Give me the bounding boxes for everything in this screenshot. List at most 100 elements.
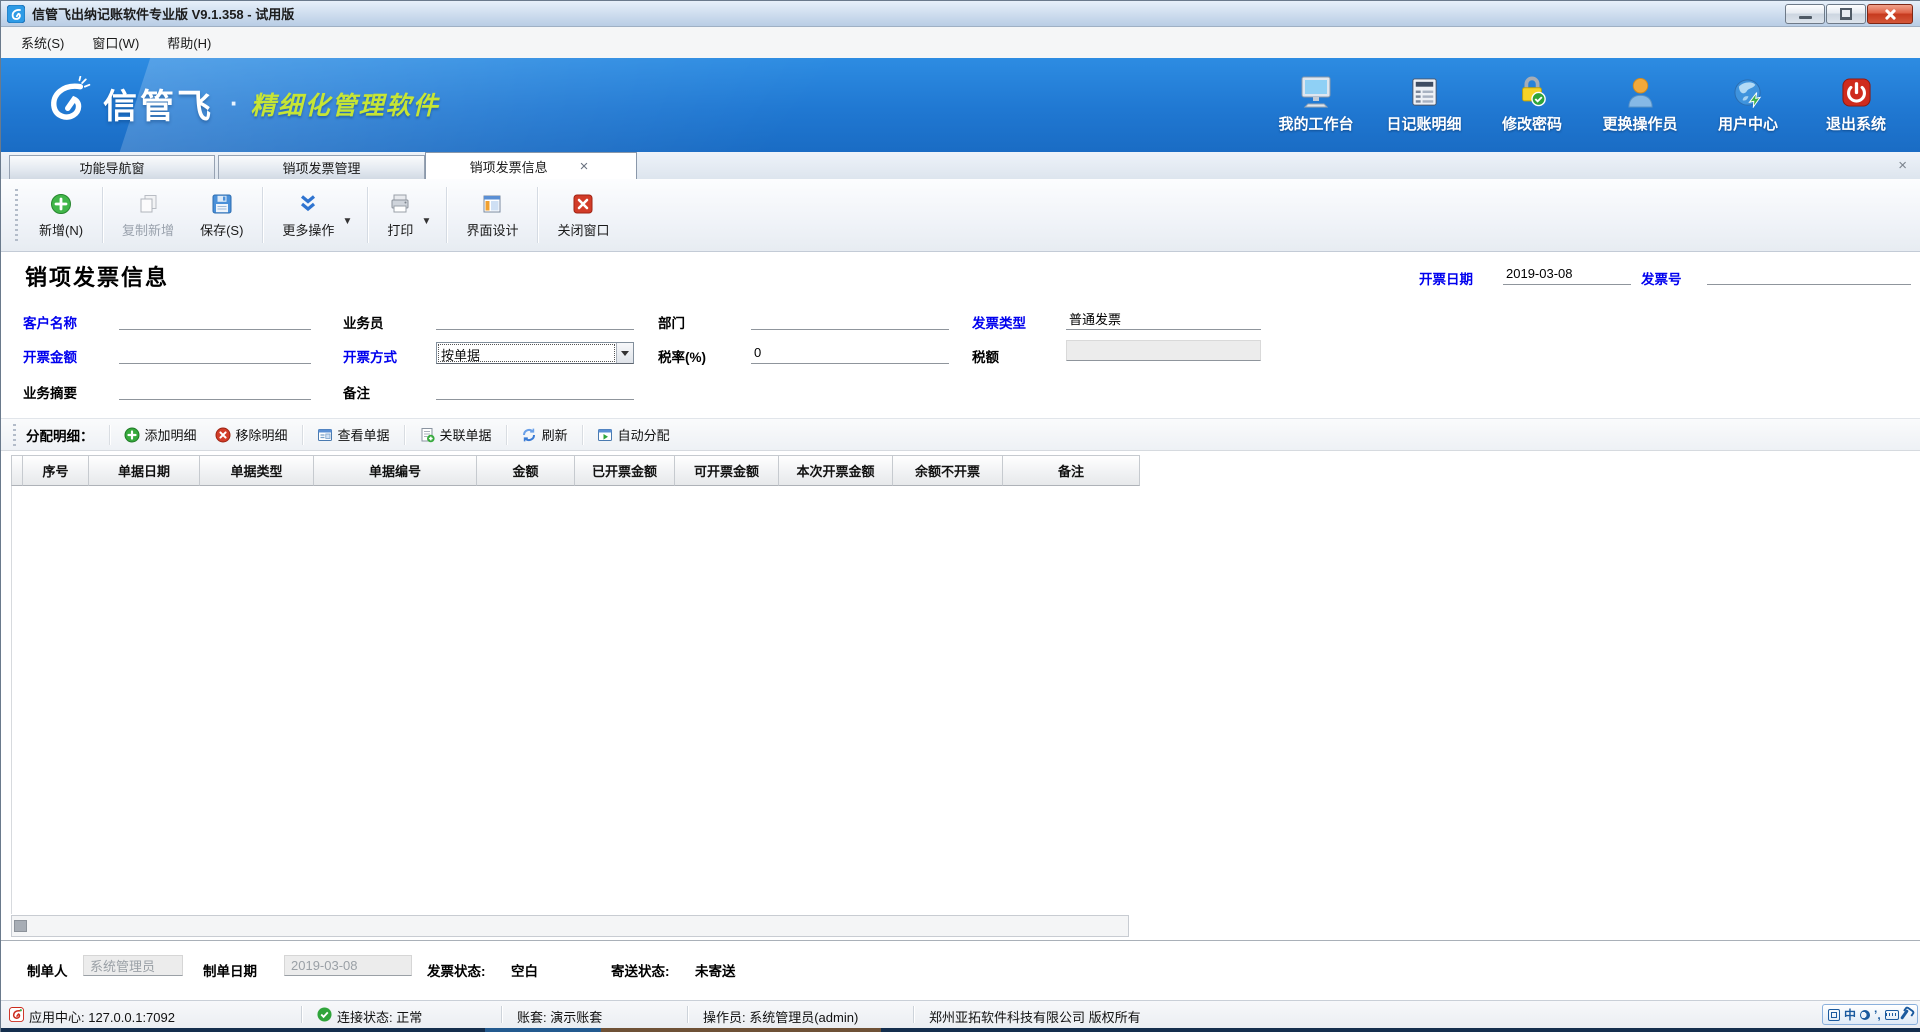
- divider: [913, 1006, 914, 1023]
- ime-halfwidth-icon[interactable]: [1860, 1010, 1870, 1020]
- banner-action-change-password[interactable]: 修改密码: [1493, 74, 1571, 134]
- ime-lang-icon[interactable]: 中: [1844, 1009, 1856, 1021]
- invoice-type-input[interactable]: [1066, 308, 1261, 330]
- col-invoiced-amount[interactable]: 已开票金额: [575, 455, 675, 486]
- menu-system[interactable]: 系统(S): [9, 29, 76, 56]
- copyright-text: 郑州亚拓软件科技有限公司 版权所有: [929, 1007, 1141, 1026]
- col-doc-no[interactable]: 单据编号: [314, 455, 477, 486]
- dropdown-arrow-icon: ▼: [343, 216, 353, 227]
- divider: [301, 1006, 302, 1023]
- col-doc-type[interactable]: 单据类型: [200, 455, 314, 486]
- button-label: 新增(N): [39, 220, 83, 239]
- link-document-button[interactable]: 关联单据: [410, 421, 501, 448]
- taskbar-segment: [601, 1028, 881, 1032]
- invoice-date-input[interactable]: [1503, 263, 1631, 285]
- col-invoicable-amount[interactable]: 可开票金额: [675, 455, 779, 486]
- tab-function-nav[interactable]: 功能导航窗: [9, 155, 215, 179]
- toolbar-grip: [13, 424, 16, 446]
- banner-action-exit[interactable]: 退出系统: [1817, 74, 1895, 134]
- col-doc-date[interactable]: 单据日期: [89, 455, 200, 486]
- window-controls: [1785, 4, 1913, 24]
- refresh-button[interactable]: 刷新: [512, 421, 577, 448]
- new-button[interactable]: 新增(N): [26, 185, 96, 245]
- form-panel: 销项发票信息 开票日期 发票号 客户名称 业务员 部门 发票类型 开票金额 开票…: [1, 252, 1920, 1000]
- lock-icon: [1517, 74, 1547, 108]
- scrollbar-thumb[interactable]: [14, 920, 27, 932]
- more-actions-button[interactable]: 更多操作 ▼: [269, 185, 361, 245]
- document-list-icon: [317, 427, 333, 443]
- chevron-down-icon[interactable]: [616, 343, 633, 363]
- copy-new-button[interactable]: 复制新增: [109, 185, 187, 245]
- col-remark[interactable]: 备注: [1003, 455, 1140, 486]
- tax-rate-input[interactable]: [751, 342, 949, 364]
- banner-action-workbench[interactable]: 我的工作台: [1277, 74, 1355, 134]
- billing-mode-select[interactable]: 按单据: [436, 342, 634, 364]
- restore-button[interactable]: [1826, 4, 1866, 24]
- summary-input[interactable]: [119, 378, 311, 400]
- department-input[interactable]: [751, 308, 949, 330]
- app-logo-icon: [7, 5, 25, 23]
- brand-name: 信管飞: [103, 79, 214, 128]
- salesman-input[interactable]: [436, 308, 634, 330]
- title-bar: 信管飞出纳记账软件专业版 V9.1.358 - 试用版: [1, 1, 1920, 27]
- banner-action-label: 更换操作员: [1602, 113, 1677, 134]
- minimize-button[interactable]: [1785, 4, 1825, 24]
- button-label: 复制新增: [122, 220, 174, 239]
- account-set-status: 账套: 演示账套: [517, 1007, 602, 1026]
- remark-input[interactable]: [436, 378, 634, 400]
- button-label: 界面设计: [466, 220, 518, 239]
- add-detail-button[interactable]: 添加明细: [115, 421, 206, 448]
- ime-punctuation-icon[interactable]: ’,: [1874, 1009, 1881, 1021]
- col-seq[interactable]: 序号: [23, 455, 89, 486]
- ime-tools-icon[interactable]: [1900, 1009, 1909, 1020]
- tab-close-icon[interactable]: ×: [580, 159, 589, 174]
- save-button[interactable]: 保存(S): [187, 185, 256, 245]
- amount-input[interactable]: [119, 342, 311, 364]
- taskbar-segment: [485, 1028, 601, 1032]
- detail-title: 分配明细：: [26, 425, 94, 445]
- banner-action-journal[interactable]: 日记账明细: [1385, 74, 1463, 134]
- button-label: 关联单据: [440, 425, 492, 444]
- print-button[interactable]: 打印 ▼: [374, 185, 440, 245]
- view-document-button[interactable]: 查看单据: [308, 421, 399, 448]
- col-amount[interactable]: 金额: [477, 455, 575, 486]
- main-toolbar: 新增(N) 复制新增 保存(S) 更多操作 ▼: [1, 179, 1920, 252]
- window-design-icon: [481, 193, 503, 215]
- banner-action-label: 我的工作台: [1278, 113, 1353, 134]
- auto-assign-button[interactable]: 自动分配: [588, 421, 679, 448]
- summary-label: 业务摘要: [23, 382, 77, 402]
- tax-rate-label: 税率(%): [658, 346, 706, 366]
- close-button[interactable]: [1867, 4, 1913, 24]
- table-body: [11, 486, 1129, 914]
- ime-mode-icon[interactable]: [1828, 1009, 1840, 1021]
- col-balance-not-invoiced[interactable]: 余额不开票: [893, 455, 1003, 486]
- banner-action-label: 修改密码: [1502, 113, 1562, 134]
- amount-label: 开票金额: [23, 346, 77, 366]
- horizontal-scrollbar[interactable]: [11, 915, 1129, 937]
- invoice-no-input[interactable]: [1707, 263, 1911, 285]
- tabstrip-close-icon[interactable]: ×: [1898, 157, 1907, 174]
- toolbar-separator: [262, 187, 263, 243]
- remove-detail-button[interactable]: 移除明细: [206, 421, 297, 448]
- ui-design-button[interactable]: 界面设计: [453, 185, 531, 245]
- menu-window[interactable]: 窗口(W): [80, 29, 151, 56]
- toolbar-separator: [302, 425, 303, 445]
- toolbar-separator: [582, 425, 583, 445]
- add-icon: [124, 427, 140, 443]
- toolbar-separator: [109, 425, 110, 445]
- menu-help[interactable]: 帮助(H): [155, 29, 223, 56]
- tab-label: 功能导航窗: [73, 158, 150, 177]
- maker-input: [83, 955, 183, 976]
- brand-slogan: 精细化管理软件: [251, 86, 440, 122]
- ime-keyboard-icon[interactable]: [1885, 1010, 1899, 1020]
- col-current-invoice-amount[interactable]: 本次开票金额: [779, 455, 893, 486]
- banner-action-label: 日记账明细: [1386, 113, 1461, 134]
- tab-sales-invoice-info[interactable]: 销项发票信息 ×: [425, 152, 637, 179]
- power-icon: [1841, 74, 1872, 108]
- close-window-button[interactable]: 关闭窗口: [544, 185, 622, 245]
- banner-action-user-center[interactable]: 用户中心: [1709, 74, 1787, 134]
- banner-action-switch-operator[interactable]: 更换操作员: [1601, 74, 1679, 134]
- tab-sales-invoice-mgmt[interactable]: 销项发票管理: [218, 155, 425, 179]
- status-bar: 应用中心: 127.0.0.1:7092 连接状态: 正常 账套: 演示账套 操…: [1, 1000, 1920, 1028]
- customer-input[interactable]: [119, 308, 311, 330]
